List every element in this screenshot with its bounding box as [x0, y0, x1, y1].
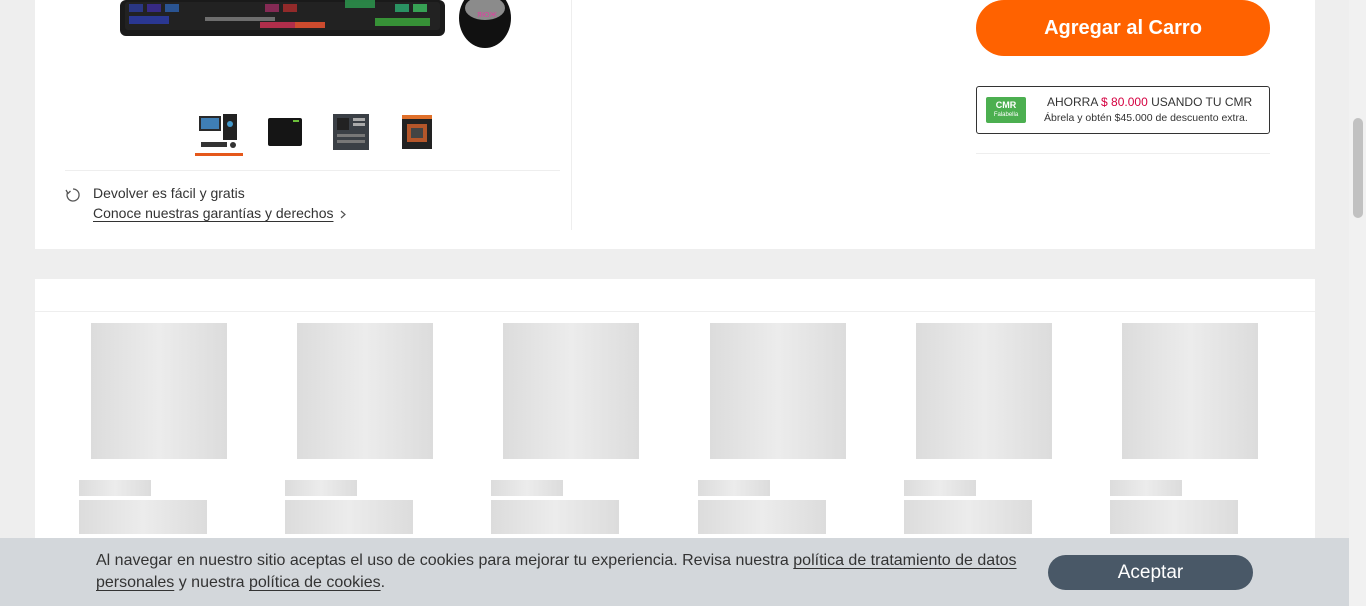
loading-product-card	[1110, 323, 1290, 563]
scrollbar-thumb[interactable]	[1353, 118, 1363, 218]
cmr-promo-detail: Ábrela y obtén $45.000 de descuento extr…	[1044, 112, 1248, 124]
add-to-cart-button[interactable]: Agregar al Carro	[976, 0, 1270, 56]
return-arrow-icon	[65, 188, 80, 202]
cpu-box-thumbnail[interactable]	[393, 110, 441, 154]
cookie-message: Al navegar en nuestro sitio aceptas el u…	[96, 550, 1026, 594]
skeleton-image	[1122, 323, 1258, 459]
motherboard-thumbnail[interactable]	[327, 110, 375, 154]
mousepad-thumbnail[interactable]	[261, 110, 309, 154]
cmr-promo-banner[interactable]: CMR Falabella AHORRA $ 80.000 USANDO TU …	[976, 86, 1270, 134]
svg-text:ЯЮЖ: ЯЮЖ	[477, 11, 497, 19]
cmr-logo-sub: Falabella	[993, 112, 1019, 118]
skeleton-line	[79, 500, 207, 534]
divider	[976, 153, 1270, 154]
skeleton-line	[1110, 500, 1238, 534]
skeleton-line	[698, 480, 770, 496]
returns-text: Devolver es fácil y gratis	[93, 185, 245, 201]
skeleton-line	[491, 480, 563, 496]
keyboard-mouse-image: ЯЮЖ	[120, 0, 511, 48]
skeleton-image	[710, 323, 846, 459]
skeleton-image	[503, 323, 639, 459]
divider	[65, 170, 560, 171]
skeleton-line	[79, 480, 151, 496]
divider	[35, 311, 1315, 312]
page-scrollbar[interactable]	[1349, 0, 1366, 606]
cpu-box-icon	[402, 115, 432, 149]
pc-setup-icon	[199, 114, 237, 148]
cmr-logo-text: CMR	[995, 100, 1017, 110]
cookie-policy-link[interactable]: política de cookies	[249, 574, 381, 591]
skeleton-line	[285, 500, 413, 534]
skeleton-line	[1110, 480, 1182, 496]
skeleton-line	[491, 500, 619, 534]
cmr-promo-prefix: AHORRA	[1047, 95, 1098, 109]
cmr-promo-suffix: USANDO TU CMR	[1151, 95, 1253, 109]
skeleton-line	[904, 480, 976, 496]
cmr-promo-amount: $ 80.000	[1101, 95, 1148, 109]
skeleton-image	[297, 323, 433, 459]
mousepad-icon	[268, 118, 302, 146]
skeleton-line	[285, 480, 357, 496]
loading-product-card	[698, 323, 878, 563]
cookie-text-part: .	[380, 574, 386, 591]
chevron-right-icon	[340, 210, 346, 219]
cookie-text-part: Al navegar en nuestro sitio aceptas el u…	[96, 552, 794, 569]
loading-product-card	[491, 323, 671, 563]
cookie-banner: Al navegar en nuestro sitio aceptas el u…	[0, 538, 1349, 606]
thumbnail-strip	[195, 110, 441, 156]
cookie-text-part: y nuestra	[174, 574, 249, 591]
warranty-rights-link[interactable]: Conoce nuestras garantías y derechos	[93, 205, 333, 221]
loading-product-card	[904, 323, 1084, 563]
loading-product-card	[79, 323, 259, 563]
skeleton-line	[698, 500, 826, 534]
pc-setup-thumbnail[interactable]	[195, 110, 243, 156]
product-panel: ЯЮЖ Devolver es fácil y gratis Conoce nu…	[35, 0, 1315, 249]
product-main-image[interactable]: ЯЮЖ	[115, 0, 535, 55]
skeleton-image	[91, 323, 227, 459]
cmr-promo-headline: AHORRA $ 80.000 USANDO TU CMR	[1047, 95, 1252, 109]
skeleton-line	[904, 500, 1032, 534]
skeleton-image	[916, 323, 1052, 459]
accept-cookies-button[interactable]: Aceptar	[1048, 555, 1253, 590]
loading-product-card	[285, 323, 465, 563]
cmr-falabella-logo: CMR Falabella	[986, 97, 1026, 123]
motherboard-icon	[333, 114, 369, 150]
product-gallery: ЯЮЖ Devolver es fácil y gratis Conoce nu…	[35, 0, 572, 230]
